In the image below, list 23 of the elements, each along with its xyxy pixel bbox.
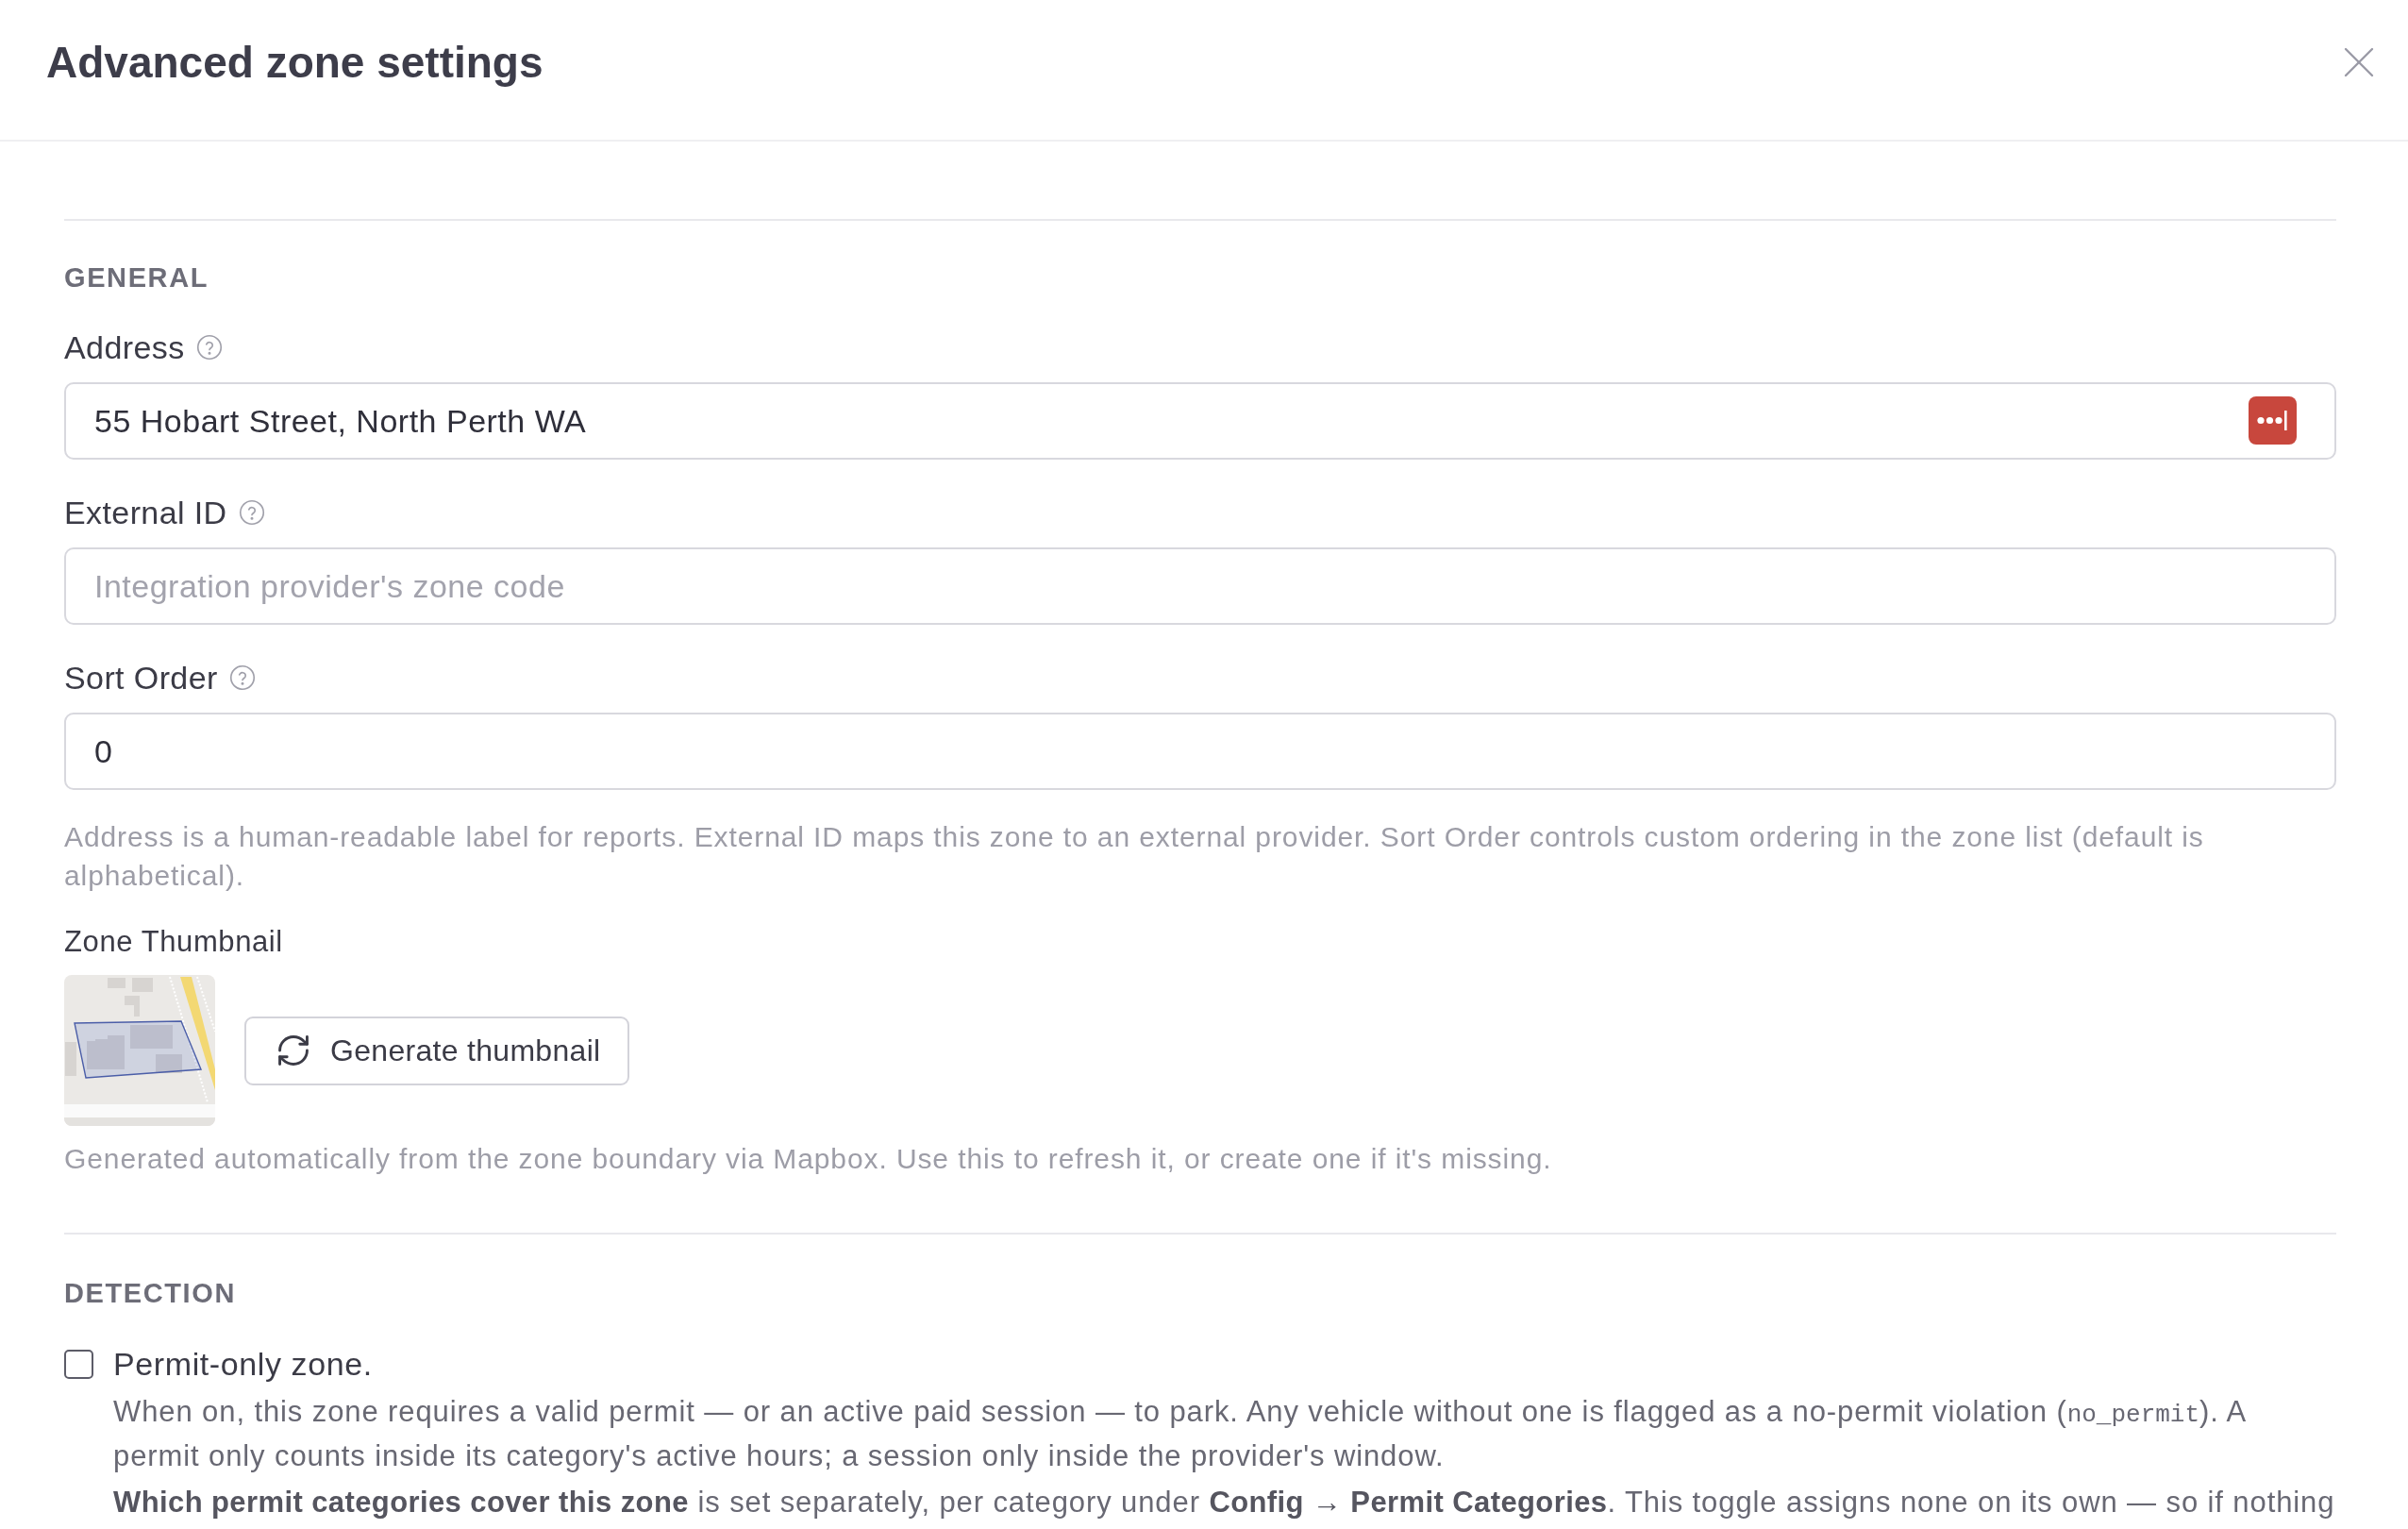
field-label: Zone Thumbnail bbox=[64, 924, 284, 960]
dialog-title: Advanced zone settings bbox=[46, 37, 543, 88]
refresh-icon bbox=[277, 1034, 309, 1067]
generate-thumbnail-button[interactable]: Generate thumbnail bbox=[244, 1016, 629, 1085]
help-icon[interactable] bbox=[228, 664, 256, 691]
help-icon[interactable] bbox=[195, 334, 223, 361]
text-input[interactable]: 0 bbox=[64, 713, 2336, 790]
close-button[interactable] bbox=[2343, 46, 2375, 78]
field-label: External ID bbox=[64, 494, 227, 531]
checkbox-label: Permit-only zone. bbox=[113, 1345, 373, 1383]
text-input[interactable]: Integration provider's zone code bbox=[64, 547, 2336, 625]
checkbox[interactable] bbox=[64, 1349, 93, 1379]
section-heading: GENERAL bbox=[64, 261, 209, 294]
help-text: Address is a human-readable label for reports. External ID maps this zone to an external provider. Sort Order controls custom ordering in the zone list (default is alphabetical). bbox=[64, 820, 2205, 893]
help-icon[interactable] bbox=[238, 499, 265, 526]
text-input[interactable]: 55 Hobart Street, North Perth WA bbox=[64, 382, 2336, 460]
field-label: Sort Order bbox=[64, 659, 218, 697]
section-heading: DETECTION bbox=[64, 1277, 237, 1310]
field-label: Address bbox=[64, 328, 185, 366]
description-text: Which permit categories cover this zone is set separately, per category under Config → Permit Categories. This toggle assigns none on its own — so if nothing bbox=[113, 1485, 2336, 1521]
description-text: When on, this zone requires a valid permit — or an active paid session — to park. Any vehicle without one is flagged as a no-permit violation (no_permit). A permit only counts inside its category's active hours; a session only inside the provider's window. bbox=[113, 1394, 2247, 1474]
help-text: Generated automatically from the zone boundary via Mapbox. Use this to refresh it, or create one if it's missing. bbox=[64, 1142, 1553, 1176]
dots-icon[interactable] bbox=[2249, 396, 2297, 445]
